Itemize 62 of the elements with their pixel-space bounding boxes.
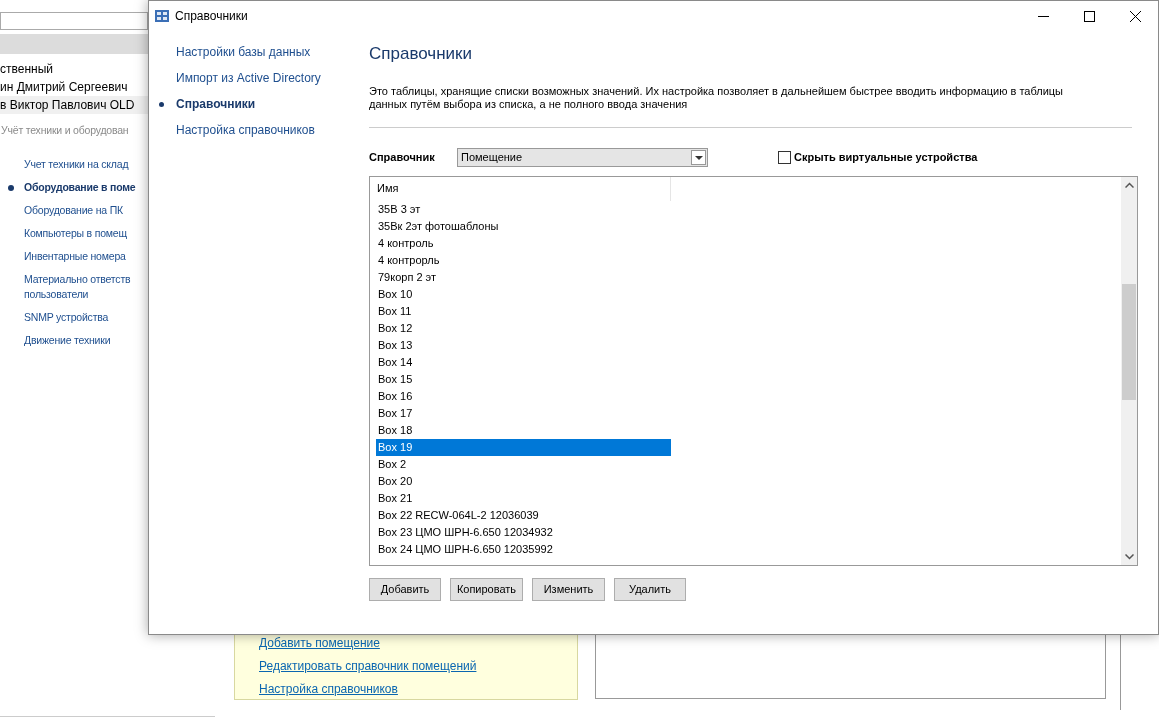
list-row[interactable]: 79корп 2 эт xyxy=(376,268,671,286)
list-row[interactable]: Box 13 xyxy=(376,336,671,354)
field-label: Справочник xyxy=(369,150,436,166)
action-button[interactable]: Добавить xyxy=(369,577,441,601)
nav-link[interactable]: Оборудование на ПК xyxy=(24,203,148,218)
maximize-icon[interactable] xyxy=(1083,10,1095,22)
list-row[interactable]: 4 контроль xyxy=(376,234,671,252)
list-row[interactable]: Box 19 xyxy=(376,438,671,456)
list-row[interactable]: Box 15 xyxy=(376,370,671,388)
nav-link[interactable]: Настройки базы данных xyxy=(176,43,311,61)
heading: Справочники xyxy=(369,43,473,65)
nav-link[interactable]: Оборудование в поме xyxy=(24,180,148,195)
scroll-thumb[interactable] xyxy=(1122,283,1136,400)
nav-link[interactable]: Справочники xyxy=(176,95,256,113)
window-title: Справочники xyxy=(175,8,248,25)
nav-link[interactable]: Материально ответств пользователи xyxy=(24,272,148,302)
action-button[interactable]: Удалить xyxy=(614,577,686,601)
list-row[interactable]: Box 12 xyxy=(376,319,671,337)
list-row[interactable]: Box 2 xyxy=(376,455,671,473)
description: Это таблицы, хранящие списки возможных значений. Их настройка позволяет в дальнейшем быстрее вводить информацию в таблицы данных путём выбора из списка, а не полного ввода значения xyxy=(369,84,1064,111)
list-row[interactable]: Box 17 xyxy=(376,404,671,422)
link[interactable]: Редактировать справочник помещений xyxy=(259,659,477,673)
action-button[interactable]: Копировать xyxy=(450,577,523,601)
nav-link[interactable]: Движение техники xyxy=(24,333,148,348)
action-button[interactable]: Изменить xyxy=(532,577,605,601)
close-icon[interactable] xyxy=(1129,10,1141,22)
nav-link[interactable]: SNMP устройства xyxy=(24,310,148,325)
nav-link[interactable]: Настройка справочников xyxy=(176,121,315,139)
caret-icon xyxy=(694,155,703,160)
nav-link[interactable]: Инвентарные номера xyxy=(24,249,148,264)
scroll-down-icon[interactable] xyxy=(1124,553,1134,560)
list-row[interactable]: Box 20 xyxy=(376,472,671,490)
list-row[interactable]: Box 24 ЦМО ШРН-6.650 12035992 xyxy=(376,540,671,558)
list-row[interactable]: Box 14 xyxy=(376,353,671,371)
list-row[interactable]: Box 10 xyxy=(376,285,671,303)
checkbox-label[interactable]: Скрыть виртуальные устройства xyxy=(794,149,978,166)
nav-link[interactable]: Компьютеры в помещ xyxy=(24,226,148,241)
link[interactable]: Настройка справочников xyxy=(259,682,398,696)
section-title: Учёт техники и оборудован xyxy=(1,123,129,138)
list-row[interactable]: 35В 3 эт xyxy=(376,200,671,218)
list-row[interactable]: ственный xyxy=(0,60,148,78)
list-row[interactable]: ин Дмитрий Сергеевич xyxy=(0,78,148,96)
list-row[interactable]: 35Вк 2эт фотошаблоны xyxy=(376,217,671,235)
checkbox[interactable] xyxy=(778,151,791,164)
link[interactable]: Добавить помещение xyxy=(259,636,380,650)
column-header[interactable]: Имя xyxy=(370,176,671,201)
scroll-up-icon[interactable] xyxy=(1124,181,1134,188)
minimize-icon[interactable] xyxy=(1037,15,1049,17)
list-row[interactable]: Box 21 xyxy=(376,489,671,507)
list-row[interactable]: Box 11 xyxy=(376,302,671,320)
list-row[interactable]: 4 контрорль xyxy=(376,251,671,269)
scrollbar[interactable] xyxy=(1121,176,1137,565)
nav-link[interactable]: Импорт из Active Directory xyxy=(176,69,321,87)
list-row[interactable]: Box 18 xyxy=(376,421,671,439)
list-row[interactable]: Box 23 ЦМО ШРН-6.650 12034932 xyxy=(376,523,671,541)
app-icon xyxy=(155,10,169,22)
list-row[interactable]: в Виктор Павлович OLD xyxy=(0,96,148,114)
dictionary-dropdown[interactable]: Помещение xyxy=(457,148,708,167)
list-row[interactable]: Box 16 xyxy=(376,387,671,405)
search-field[interactable] xyxy=(0,12,148,30)
list-row[interactable]: Box 22 RECW-064L-2 12036039 xyxy=(376,506,671,524)
nav-link[interactable]: Учет техники на склад xyxy=(24,157,148,172)
